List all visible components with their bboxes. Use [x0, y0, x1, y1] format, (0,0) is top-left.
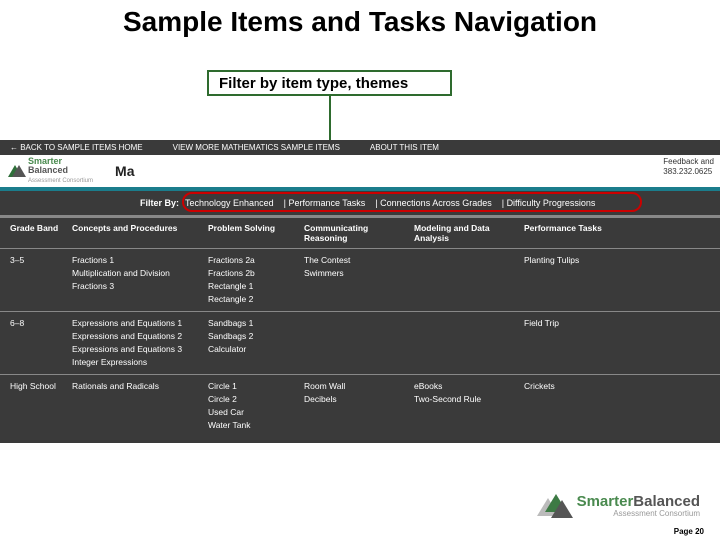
table-header-row: Grade Band Concepts and Procedures Probl…	[0, 217, 720, 248]
items-table: Grade Band Concepts and Procedures Probl…	[0, 215, 720, 443]
item-link[interactable]: Room Wall	[304, 380, 406, 392]
item-link[interactable]: Field Trip	[524, 317, 624, 329]
item-link[interactable]: Rectangle 1	[208, 280, 296, 292]
item-link[interactable]: Used Car	[208, 406, 296, 418]
item-link[interactable]: Fractions 3	[72, 280, 200, 292]
item-link[interactable]: Multiplication and Division	[72, 267, 200, 279]
item-link[interactable]: Expressions and Equations 2	[72, 330, 200, 342]
filter-connections[interactable]: Connections Across Grades	[375, 198, 491, 208]
item-link[interactable]: Planting Tulips	[524, 254, 624, 266]
item-link[interactable]: Crickets	[524, 380, 624, 392]
cell-comm: Room Wall Decibels	[304, 380, 414, 432]
cell-perf: Planting Tulips	[524, 254, 624, 306]
col-comm-reasoning: Communicating Reasoning	[304, 223, 414, 243]
item-link[interactable]: Expressions and Equations 1	[72, 317, 200, 329]
cell-problem: Circle 1 Circle 2 Used Car Water Tank	[208, 380, 304, 432]
logo-small: Smarter Balanced Assessment Consortium	[8, 157, 93, 186]
item-link[interactable]: Circle 1	[208, 380, 296, 392]
item-link[interactable]: Fractions 1	[72, 254, 200, 266]
table-row: 6–8 Expressions and Equations 1 Expressi…	[0, 311, 720, 374]
cell-perf: Field Trip	[524, 317, 624, 369]
logo-line2: Balanced	[28, 165, 68, 175]
col-perf-tasks: Performance Tasks	[524, 223, 624, 243]
col-grade: Grade Band	[10, 223, 72, 243]
footer-logo: SmarterBalanced Assessment Consortium	[537, 494, 700, 518]
footer-logo-line1: SmarterBalanced	[577, 494, 700, 509]
footer-logo-tag: Assessment Consortium	[577, 509, 700, 518]
item-link[interactable]: Calculator	[208, 343, 296, 355]
filter-label: Filter By:	[140, 198, 179, 208]
cell-comm: The Contest Swimmers	[304, 254, 414, 306]
page-number: Page 20	[674, 527, 704, 536]
cell-concepts: Rationals and Radicals	[72, 380, 208, 432]
cell-grade: High School	[10, 380, 72, 432]
logo-tag: Assessment Consortium	[28, 178, 93, 184]
item-link[interactable]: Integer Expressions	[72, 356, 200, 368]
col-problem-solving: Problem Solving	[208, 223, 304, 243]
cell-model	[414, 254, 524, 306]
logo-triangles-icon	[537, 494, 571, 518]
cell-problem: Fractions 2a Fractions 2b Rectangle 1 Re…	[208, 254, 304, 306]
slide-title: Sample Items and Tasks Navigation	[0, 0, 720, 38]
item-link[interactable]: Circle 2	[208, 393, 296, 405]
item-link[interactable]: Fractions 2a	[208, 254, 296, 266]
filter-performance-tasks[interactable]: Performance Tasks	[284, 198, 366, 208]
header-title-fragment: Ma	[115, 163, 134, 179]
item-link[interactable]: Two-Second Rule	[414, 393, 516, 405]
cell-perf: Crickets	[524, 380, 624, 432]
col-modeling: Modeling and Data Analysis	[414, 223, 524, 243]
table-row: High School Rationals and Radicals Circl…	[0, 374, 720, 437]
item-link[interactable]: Rationals and Radicals	[72, 380, 200, 392]
col-concepts: Concepts and Procedures	[72, 223, 208, 243]
item-link[interactable]: Fractions 2b	[208, 267, 296, 279]
item-link[interactable]: eBooks	[414, 380, 516, 392]
filter-bar: Filter By: Technology Enhanced Performan…	[0, 191, 720, 215]
item-link[interactable]: Swimmers	[304, 267, 406, 279]
item-link[interactable]: Sandbags 1	[208, 317, 296, 329]
cell-problem: Sandbags 1 Sandbags 2 Calculator	[208, 317, 304, 369]
nav-view-more[interactable]: VIEW MORE MATHEMATICS SAMPLE ITEMS	[173, 143, 340, 152]
header-contact: Feedback and 383.232.0625	[663, 157, 714, 177]
app-header: Smarter Balanced Assessment Consortium M…	[0, 155, 720, 191]
app-screenshot: ← BACK TO SAMPLE ITEMS HOME VIEW MORE MA…	[0, 140, 720, 443]
nav-back[interactable]: ← BACK TO SAMPLE ITEMS HOME	[10, 143, 143, 152]
cell-concepts: Fractions 1 Multiplication and Division …	[72, 254, 208, 306]
cell-comm	[304, 317, 414, 369]
cell-model: eBooks Two-Second Rule	[414, 380, 524, 432]
item-link[interactable]: Expressions and Equations 3	[72, 343, 200, 355]
callout-filter: Filter by item type, themes	[207, 70, 452, 96]
cell-grade: 6–8	[10, 317, 72, 369]
logo-triangle-icon	[12, 165, 26, 177]
item-link[interactable]: Sandbags 2	[208, 330, 296, 342]
logo-text: Smarter Balanced Assessment Consortium	[28, 157, 93, 186]
item-link[interactable]: Rectangle 2	[208, 293, 296, 305]
cell-concepts: Expressions and Equations 1 Expressions …	[72, 317, 208, 369]
cell-model	[414, 317, 524, 369]
contact-label: Feedback and	[663, 157, 714, 167]
top-nav: ← BACK TO SAMPLE ITEMS HOME VIEW MORE MA…	[0, 140, 720, 155]
filter-tech-enhanced[interactable]: Technology Enhanced	[185, 198, 274, 208]
cell-grade: 3–5	[10, 254, 72, 306]
contact-phone: 383.232.0625	[663, 167, 714, 177]
filter-difficulty[interactable]: Difficulty Progressions	[502, 198, 596, 208]
item-link[interactable]: Water Tank	[208, 419, 296, 431]
table-row: 3–5 Fractions 1 Multiplication and Divis…	[0, 248, 720, 311]
item-link[interactable]: Decibels	[304, 393, 406, 405]
nav-about[interactable]: ABOUT THIS ITEM	[370, 143, 439, 152]
item-link[interactable]: The Contest	[304, 254, 406, 266]
